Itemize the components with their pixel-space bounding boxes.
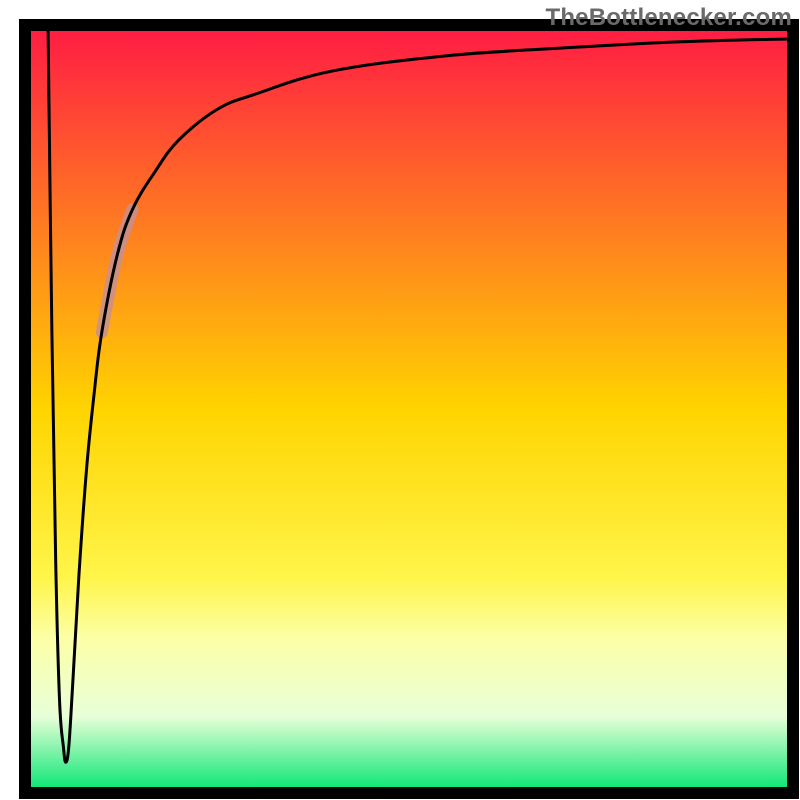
chart-container: TheBottleneсker.com xyxy=(0,0,800,800)
chart-svg xyxy=(0,0,800,800)
watermark-label: TheBottleneсker.com xyxy=(545,4,792,32)
gradient-background xyxy=(25,25,793,793)
